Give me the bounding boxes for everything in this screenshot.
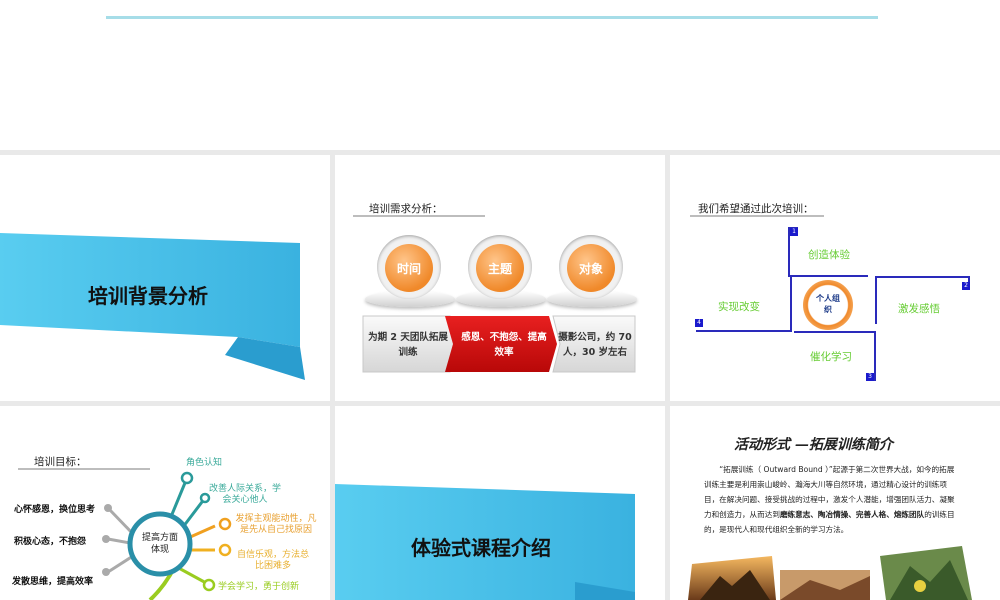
center-topic: 提高方面体现 xyxy=(141,533,178,555)
bracket-line xyxy=(788,275,868,279)
slide-thumbnail-4[interactable]: 培训目标： 提高方面体现 心怀感恩，换位思考 积极心态，不抱怨 发散思维，提高效… xyxy=(0,406,330,600)
bracket-line xyxy=(875,276,970,280)
slide-title: 培训背景分析 xyxy=(88,284,208,308)
label-create-experience: 创造体验 xyxy=(808,249,850,261)
goal-initiative: 发挥主观能动性，凡是先从自己找原因 xyxy=(235,514,317,535)
heading-underline xyxy=(690,215,824,217)
goal-relations: 改善人际关系，学会关心他人 xyxy=(208,484,281,505)
label-catalyze-learning: 催化学习 xyxy=(810,351,852,363)
number-marker-4: 4 xyxy=(695,319,703,327)
duration-text: 为期 2 天团队拓展训练 xyxy=(368,332,448,358)
goal-role: 角色认知 xyxy=(186,458,223,468)
slide-thumbnail-3[interactable]: 我们希望通过此次培训： 1 2 3 4 创造体验 激发感悟 催化学习 实现改变 … xyxy=(670,155,1000,401)
slide-thumbnail-5[interactable]: 体验式课程介绍 xyxy=(335,406,665,600)
goal-positive: 积极心态，不抱怨 xyxy=(14,537,87,547)
goal-innovate: 学会学习，勇于创新 xyxy=(218,582,300,592)
audience-text: 摄影公司，约 70 人，30 岁左右 xyxy=(558,332,632,358)
number-marker-1: 1 xyxy=(790,228,798,236)
goal-gratitude: 心怀感恩，换位思考 xyxy=(14,505,96,515)
bracket-line xyxy=(874,331,878,381)
bracket-line xyxy=(794,331,876,335)
label-inspire-insight: 激发感悟 xyxy=(898,303,940,315)
slide-thumbnail-1[interactable]: 培训背景分析 xyxy=(0,155,330,401)
paragraph-bold: 磨练意志、陶冶情操、完善人格、熔炼团队 xyxy=(779,510,925,519)
slide-title: 活动形式 —拓展训练简介 xyxy=(734,437,893,453)
bracket-line xyxy=(790,277,794,332)
slide-title: 体验式课程介绍 xyxy=(411,536,551,560)
outdoor-photo-strip xyxy=(688,546,972,600)
goal-confidence: 自信乐观，方法总比困难多 xyxy=(236,550,309,571)
theme-text: 感恩、不抱怨、提高效率 xyxy=(461,332,547,358)
top-divider-line xyxy=(106,16,878,19)
blue-ribbon-banner xyxy=(0,233,305,380)
slide-thumbnail-6[interactable]: 活动形式 —拓展训练简介 “拓展训练（ Outward Bound ）”起源于第… xyxy=(670,406,1000,600)
blank-slide-top[interactable] xyxy=(0,0,1000,150)
blue-ribbon-banner xyxy=(335,484,635,600)
intro-paragraph: “拓展训练（ Outward Bound ）”起源于第二次世界大战，如今的拓展训… xyxy=(704,462,956,537)
section-heading: 我们希望通过此次培训： xyxy=(698,203,814,215)
slide-thumbnail-2[interactable]: 培训需求分析： 时间 主题 对象 为期 2 天团队拓展训练 感恩、不抱怨、提高效… xyxy=(335,155,665,401)
bracket-line xyxy=(875,276,879,324)
number-marker-2: 2 xyxy=(962,282,970,290)
center-label: 个人组织 xyxy=(816,294,840,314)
bracket-line xyxy=(696,330,790,334)
number-marker-3: 3 xyxy=(866,373,874,381)
goal-efficiency: 发散思维，提高效率 xyxy=(12,577,94,587)
label-realize-change: 实现改变 xyxy=(718,301,760,313)
